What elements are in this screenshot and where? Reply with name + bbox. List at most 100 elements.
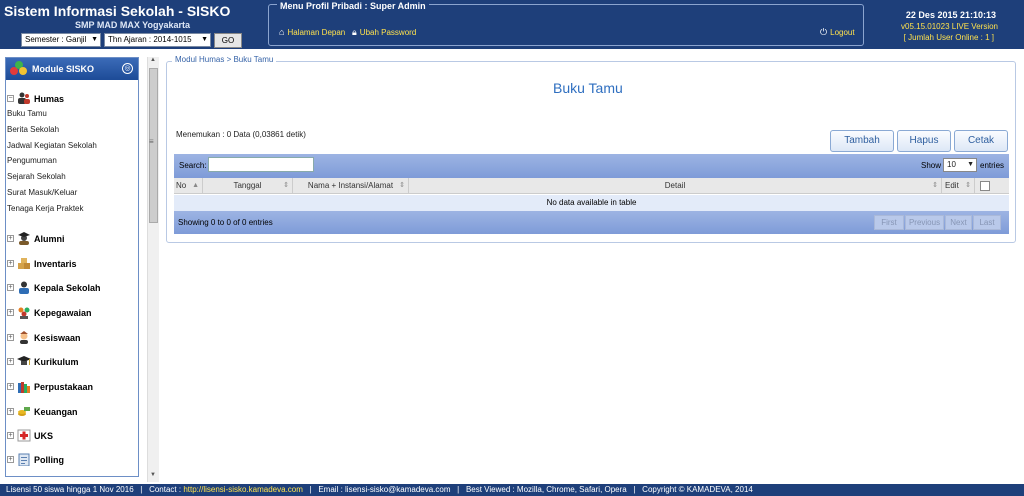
year-select[interactable]: Thn Ajaran : 2014-1015 ▼ [104, 33, 211, 47]
books-icon [17, 380, 31, 393]
license-text: Lisensi 50 siswa hingga 1 Nov 2016 [6, 485, 134, 494]
lock-icon: 🔒︎ [352, 27, 357, 37]
money-icon [17, 405, 31, 418]
semester-select[interactable]: Semester : Ganjil ▼ [21, 33, 101, 47]
sort-icon: ⇕ [932, 182, 938, 189]
column-header-tanggal[interactable]: Tanggal ⇕ [203, 178, 293, 194]
expand-toggle-icon[interactable]: + [7, 456, 14, 463]
go-button[interactable]: GO [214, 33, 242, 48]
home-link[interactable]: ⌂ Halaman Depan [279, 27, 345, 37]
home-link-label: Halaman Depan [287, 27, 346, 37]
datetime: 22 Des 2015 21:10:13 [905, 10, 996, 20]
dropdown-arrow-icon: ▼ [967, 161, 974, 168]
collapse-icon[interactable]: ◎ [122, 63, 133, 74]
sidebar-section-kepala-sekolah[interactable]: + Kepala Sekolah [7, 281, 101, 294]
sidebar-title: Module SISKO [32, 64, 95, 74]
delete-button[interactable]: Hapus [897, 130, 951, 152]
sidebar-item-berita-sekolah[interactable]: Berita Sekolah [7, 125, 59, 134]
medical-cross-icon [17, 429, 31, 442]
print-button[interactable]: Cetak [954, 130, 1008, 152]
graduation-cap-icon [17, 355, 31, 368]
sidebar-item-sejarah-sekolah[interactable]: Sejarah Sekolah [7, 172, 66, 181]
expand-toggle-icon[interactable]: + [7, 235, 14, 242]
expand-toggle-icon[interactable]: + [7, 408, 14, 415]
sidebar-section-kurikulum[interactable]: + Kurikulum [7, 355, 79, 368]
sidebar-section-label: Kepegawaian [34, 307, 92, 318]
add-button[interactable]: Tambah [830, 130, 894, 152]
page-title: Buku Tamu [553, 80, 623, 96]
entries-length-select[interactable]: 10 ▼ [943, 158, 977, 172]
expand-toggle-icon[interactable]: + [7, 334, 14, 341]
sidebar-section-label: Polling [34, 454, 64, 465]
sidebar-item-buku-tamu[interactable]: Buku Tamu [7, 109, 47, 118]
sidebar-item-surat[interactable]: Surat Masuk/Keluar [7, 188, 77, 197]
pagination-last[interactable]: Last [973, 215, 1001, 230]
sort-icon: ⇕ [399, 182, 405, 189]
expand-toggle-icon[interactable]: + [7, 284, 14, 291]
contact-label: Contact : [149, 485, 182, 494]
column-header-detail[interactable]: Detail ⇕ [409, 178, 942, 194]
sidebar-section-inventaris[interactable]: + Inventaris [7, 257, 77, 270]
sidebar-section-label: Kepala Sekolah [34, 282, 101, 293]
change-password-label: Ubah Password [359, 28, 417, 37]
change-password-link[interactable]: 🔒︎ Ubah Password [352, 27, 416, 38]
school-name: SMP MAD MAX Yogyakarta [75, 20, 191, 30]
splitter-handle-icon[interactable]: ≡ [149, 137, 154, 146]
column-label: Tanggal [233, 181, 262, 190]
pagination-next[interactable]: Next [945, 215, 972, 230]
column-header-edit[interactable]: Edit ⇕ [942, 178, 975, 194]
profile-menu-title: Menu Profil Pribadi : Super Admin [277, 1, 429, 11]
app-footer: Lisensi 50 siswa hingga 1 Nov 2016 | Con… [0, 484, 1024, 496]
expand-toggle-icon[interactable]: + [7, 432, 14, 439]
collapse-toggle-icon[interactable]: − [7, 95, 14, 102]
sidebar-section-label: Keuangan [34, 406, 78, 417]
pagination-previous[interactable]: Previous [905, 215, 944, 230]
sidebar-item-jadwal-kegiatan[interactable]: Jadwal Kegiatan Sekolah [7, 141, 97, 150]
search-label: Search: [179, 161, 207, 170]
search-input[interactable] [208, 157, 314, 172]
sidebar-section-label: Inventaris [34, 258, 77, 269]
scroll-up-icon[interactable]: ▲ [147, 57, 159, 67]
sidebar-section-keuangan[interactable]: + Keuangan [7, 405, 78, 418]
select-all-checkbox[interactable] [980, 181, 990, 191]
sidebar-section-humas[interactable]: − Humas [7, 92, 64, 105]
sidebar-section-polling[interactable]: + Polling [7, 453, 64, 467]
expand-toggle-icon[interactable]: + [7, 358, 14, 365]
scroll-down-icon[interactable]: ▼ [147, 472, 159, 482]
column-header-nama[interactable]: Nama + Instansi/Alamat ⇕ [293, 178, 409, 194]
sidebar-item-tenaga-kerja[interactable]: Tenaga Kerja Praktek [7, 204, 84, 213]
sidebar-section-alumni[interactable]: + Alumni [7, 232, 65, 245]
online-users: [ Jumlah User Online : 1 ] [903, 33, 994, 42]
column-label: Edit [945, 181, 959, 190]
version-label: v05.15.01023 LIVE Version [901, 22, 998, 31]
module-logo-icon [10, 61, 28, 77]
expand-toggle-icon[interactable]: + [7, 260, 14, 267]
logout-link[interactable]: ⏻ Logout [820, 27, 855, 38]
browsers-text: Best Viewed : Mozilla, Chrome, Safari, O… [465, 485, 627, 494]
contact-link[interactable]: http://lisensi-sisko.kamadeva.com [183, 485, 303, 494]
graduate-icon [17, 232, 31, 245]
sidebar-section-label: Kurikulum [34, 356, 79, 367]
column-label: Nama + Instansi/Alamat [307, 181, 394, 190]
boxes-icon [17, 257, 31, 270]
sort-icon: ⇕ [283, 182, 289, 189]
expand-toggle-icon[interactable]: + [7, 309, 14, 316]
sidebar-section-kesiswaan[interactable]: + Kesiswaan [7, 331, 81, 344]
app-header: Sistem Informasi Sekolah - SISKO SMP MAD… [0, 0, 1024, 49]
column-header-no[interactable]: No ▲ [174, 178, 203, 194]
logout-label: Logout [830, 28, 855, 37]
sidebar-section-perpustakaan[interactable]: + Perpustakaan [7, 380, 93, 393]
sidebar-section-uks[interactable]: + UKS [7, 429, 53, 442]
column-label: Detail [664, 181, 686, 190]
clipboard-icon [17, 453, 31, 467]
table-info: Showing 0 to 0 of 0 entries [178, 218, 273, 227]
pagination-first[interactable]: First [874, 215, 904, 230]
dropdown-arrow-icon: ▼ [91, 36, 98, 43]
breadcrumb[interactable]: Modul Humas > Buku Tamu [172, 55, 277, 64]
sidebar-section-kepegawaian[interactable]: + Kepegawaian [7, 306, 92, 319]
empty-table-message: No data available in table [174, 195, 1009, 211]
sidebar-item-pengumuman[interactable]: Pengumuman [7, 156, 57, 165]
result-info: Menemukan : 0 Data (0,03861 detik) [176, 130, 306, 139]
expand-toggle-icon[interactable]: + [7, 383, 14, 390]
sidebar-section-label: Humas [34, 93, 65, 104]
